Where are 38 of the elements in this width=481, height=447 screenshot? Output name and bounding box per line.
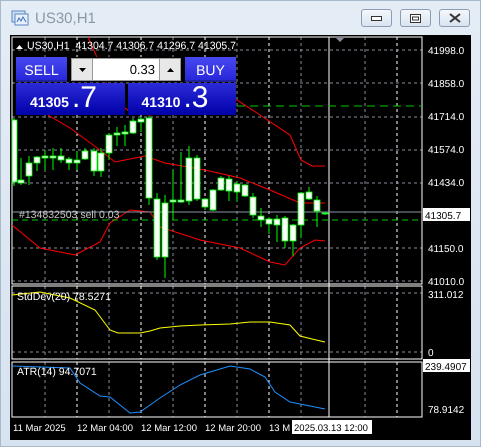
price-label: 41998.0 <box>428 46 464 57</box>
lot-field[interactable]: 0.33 <box>93 58 159 81</box>
current-value-tag: 239.4907 <box>423 359 470 373</box>
buy-price-button[interactable]: 41310.3 <box>128 83 236 115</box>
time-label: 11 Mar 2025 <box>13 423 66 434</box>
chart-window-icon <box>11 10 29 26</box>
crosshair-time-tag: 2025.03.13 12:00 <box>292 420 372 434</box>
caret-up-icon <box>166 68 174 72</box>
restore-icon <box>410 14 421 22</box>
current-value-tag: 41305.7 <box>423 208 470 222</box>
window-title: US30,H1 <box>35 10 97 26</box>
time-label: 12 Mar 12:00 <box>141 423 197 434</box>
triangle-icon <box>16 45 23 49</box>
price-label: 41858.0 <box>428 79 464 90</box>
lot-increase-button[interactable] <box>159 58 181 81</box>
price-label: 41714.0 <box>428 112 464 123</box>
price-label: 41574.0 <box>428 145 464 156</box>
close-icon <box>448 13 460 23</box>
sell-price-button[interactable]: 41305.7 <box>16 83 124 115</box>
price-label: 41434.0 <box>428 178 464 189</box>
caret-down-icon <box>78 68 86 72</box>
maximize-button[interactable] <box>400 9 431 27</box>
shift-marker-icon <box>336 38 344 42</box>
indicator-scale-label: 0 <box>428 348 434 359</box>
lot-decrease-button[interactable] <box>71 58 93 81</box>
minimize-icon <box>371 16 382 20</box>
time-label: 12 Mar 20:00 <box>205 423 261 434</box>
time-label: 13 M <box>269 423 290 434</box>
price-label: 41010.0 <box>428 277 464 288</box>
close-button[interactable] <box>439 9 470 27</box>
price-label: 41150.0 <box>428 244 464 255</box>
time-label: 12 Mar 04:00 <box>77 423 133 434</box>
order-label: #134832503 sell 0.03 <box>19 209 120 221</box>
minimize-button[interactable] <box>361 9 392 27</box>
indicator-scale-label: 311.012 <box>428 290 464 301</box>
sell-button[interactable]: SELL <box>16 57 67 82</box>
buy-button[interactable]: BUY <box>185 57 236 82</box>
indicator-scale-label: 78.9142 <box>428 405 464 416</box>
